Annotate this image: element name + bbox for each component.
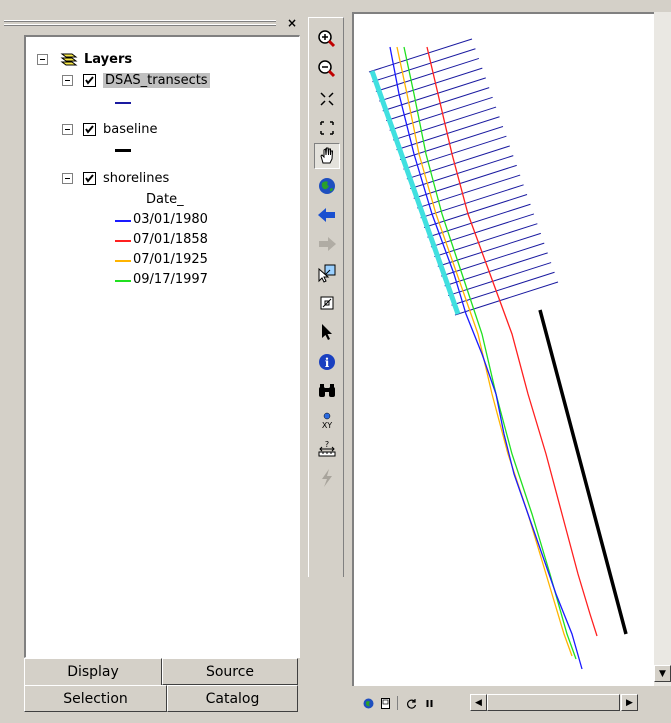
clear-selection-icon[interactable] [314,290,340,316]
tab-selection[interactable]: Selection [24,685,167,712]
map-canvas[interactable] [354,14,654,686]
tab-display[interactable]: Display [24,658,162,685]
layer-visibility-checkbox[interactable] [83,171,96,185]
transect-line [410,155,514,190]
layer-row-shorelines[interactable]: shorelines [62,168,169,188]
transect-line [399,126,504,160]
collapse-icon[interactable] [62,74,73,86]
legend-swatch-1925 [115,260,131,262]
baseline-legend-swatch [115,149,131,152]
legend-field-name: Date_ [146,192,184,207]
zoom-out-icon[interactable] [314,56,340,82]
dsas-transects-layer [368,38,559,316]
layer-name[interactable]: shorelines [103,171,169,186]
transect-line [413,164,517,199]
legend-swatch-1858 [115,240,131,242]
identify-icon[interactable]: i [314,349,340,375]
svg-text:?: ? [325,440,329,449]
transect-line [389,96,493,131]
close-icon[interactable]: × [285,17,299,30]
layer-tree: Layers DSAS_transects baseline shoreline… [24,35,300,658]
layers-icon [58,51,78,67]
full-extent-icon[interactable] [314,173,340,199]
measure-icon[interactable]: ? [314,436,340,462]
legend-label-1858: 07/01/1858 [133,232,208,247]
scroll-left-icon[interactable]: ◀ [470,694,487,711]
tools-toolbar: i XY ? [308,17,344,577]
divider [397,696,398,710]
transect-line [368,38,473,73]
shoreline-1858 [426,46,598,637]
transect-line [375,57,480,92]
tab-catalog[interactable]: Catalog [167,685,298,712]
collapse-icon[interactable] [37,53,48,65]
scroll-right-icon[interactable]: ▶ [621,694,638,711]
table-of-contents-panel: × Layers DSAS_transects baseline shoreli… [0,0,307,723]
collapse-icon[interactable] [62,172,73,184]
svg-text:i: i [325,356,330,370]
select-features-icon[interactable] [314,260,340,286]
pause-drawing-icon[interactable] [423,697,436,710]
find-icon[interactable] [314,378,340,404]
legend-swatch-1980 [115,220,131,222]
back-icon[interactable] [314,202,340,228]
forward-icon[interactable] [314,231,340,257]
svg-text:XY: XY [322,421,332,430]
layer-row-baseline[interactable]: baseline [62,119,157,139]
vertical-scrollbar[interactable]: ▼ [654,12,671,686]
select-elements-icon[interactable] [314,319,340,345]
toolbar-empty-area [308,590,344,723]
layer-visibility-checkbox[interactable] [83,122,96,136]
collapse-icon[interactable] [62,123,73,135]
tree-root-layers[interactable]: Layers [37,49,132,69]
data-view-icon[interactable] [362,697,375,710]
legend-label-1980: 03/01/1980 [133,212,208,227]
legend-swatch-1997 [115,280,131,282]
tab-source[interactable]: Source [162,658,298,685]
zoom-in-icon[interactable] [314,26,340,52]
refresh-icon[interactable] [405,697,418,710]
layer-row-dsas-transects[interactable]: DSAS_transects [62,70,210,90]
pan-icon[interactable] [314,143,340,169]
legend-label-1925: 07/01/1925 [133,252,208,267]
map-view[interactable] [352,12,654,686]
layout-view-icon[interactable] [379,697,392,710]
layer-name[interactable]: DSAS_transects [103,72,210,88]
transect-line [382,77,486,112]
transect-line [406,145,510,180]
fixed-zoom-in-icon[interactable] [314,86,340,112]
scroll-down-icon[interactable]: ▼ [654,665,671,682]
transects-legend-swatch [115,102,131,104]
legend-label-1997: 09/17/1997 [133,272,208,287]
horizontal-scroll-thumb[interactable] [487,694,620,711]
layer-name[interactable]: baseline [103,122,157,137]
tree-root-label: Layers [84,51,133,67]
go-to-xy-icon[interactable]: XY [314,408,340,434]
fixed-zoom-out-icon[interactable] [314,115,340,141]
layer-visibility-checkbox[interactable] [83,73,96,87]
panel-grip[interactable] [4,20,276,28]
hyperlink-icon[interactable] [314,465,340,491]
baseline-feature [369,70,461,315]
transect-line [372,48,476,83]
